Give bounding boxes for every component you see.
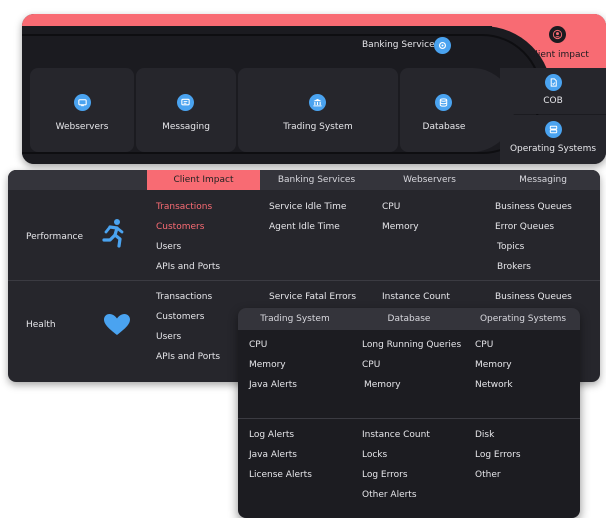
section-label-performance: Performance	[26, 232, 84, 242]
service-label: Messaging	[162, 122, 210, 132]
tab-trading-system[interactable]: Trading System	[238, 308, 352, 330]
service-block-webservers[interactable]: Webservers	[30, 68, 134, 152]
service-block-database[interactable]: Database	[400, 68, 514, 152]
service-block-messaging[interactable]: Messaging	[136, 68, 236, 152]
metric-memory[interactable]: Memory	[382, 222, 419, 232]
metric-customers[interactable]: Customers	[156, 222, 204, 232]
metric-transactions[interactable]: Transactions	[156, 202, 212, 212]
secondary-metrics-panel: Trading System Database Operating System…	[238, 308, 580, 518]
metric-java-alerts[interactable]: Java Alerts	[249, 380, 297, 390]
metric-log-errors[interactable]: Log Errors	[475, 450, 521, 460]
metric-instance-count[interactable]: Instance Count	[382, 292, 450, 302]
banking-services-label[interactable]: Banking Services	[362, 40, 439, 50]
cob-block[interactable]: COB	[500, 68, 606, 114]
metric-other[interactable]: Other	[475, 470, 501, 480]
client-impact-label[interactable]: Client impact	[512, 50, 606, 60]
heart-icon	[104, 314, 130, 340]
metric-memory[interactable]: Memory	[475, 360, 512, 370]
metric-service-idle-time[interactable]: Service Idle Time	[269, 202, 346, 212]
metric-disk[interactable]: Disk	[475, 430, 494, 440]
metric-log-alerts[interactable]: Log Alerts	[249, 430, 294, 440]
metric-memory[interactable]: Memory	[249, 360, 286, 370]
metric-network[interactable]: Network	[475, 380, 513, 390]
metric-java-alerts[interactable]: Java Alerts	[249, 450, 297, 460]
section-divider	[8, 280, 600, 281]
metric-cpu[interactable]: CPU	[475, 340, 493, 350]
metric-cpu[interactable]: CPU	[382, 202, 400, 212]
metric-brokers[interactable]: Brokers	[497, 262, 531, 272]
gear-icon[interactable]	[434, 37, 451, 54]
metric-cpu[interactable]: CPU	[362, 360, 380, 370]
tab-webservers[interactable]: Webservers	[373, 170, 486, 190]
service-label: Webservers	[55, 122, 109, 132]
metric-log-errors[interactable]: Log Errors	[362, 470, 408, 480]
service-label: Trading System	[283, 122, 353, 132]
tab-operating-systems[interactable]: Operating Systems	[466, 308, 580, 330]
server-icon	[545, 121, 562, 138]
tab-banking-services[interactable]: Banking Services	[260, 170, 373, 190]
bank-icon	[309, 94, 326, 111]
metric-agent-idle-time[interactable]: Agent Idle Time	[269, 222, 340, 232]
service-block-trading-system[interactable]: Trading System	[238, 68, 398, 152]
section-label-health: Health	[26, 320, 56, 330]
metric-topics[interactable]: Topics	[497, 242, 524, 252]
services-map-panel: Banking Services Webservers Messaging Tr…	[22, 14, 606, 164]
metric-business-queues[interactable]: Business Queues	[495, 292, 572, 302]
metric-other-alerts[interactable]: Other Alerts	[362, 490, 417, 500]
chat-icon	[177, 94, 194, 111]
document-icon	[545, 74, 562, 91]
metric-instance-count[interactable]: Instance Count	[362, 430, 430, 440]
metric-long-running-queries[interactable]: Long Running Queries	[362, 340, 461, 350]
running-person-icon	[100, 218, 126, 252]
metric-users[interactable]: Users	[156, 332, 181, 342]
cob-label: COB	[543, 96, 563, 106]
database-icon	[435, 94, 452, 111]
monitor-icon	[74, 94, 91, 111]
service-label: Database	[422, 122, 466, 132]
metric-locks[interactable]: Locks	[362, 450, 387, 460]
metric-memory[interactable]: Memory	[364, 380, 401, 390]
overlay-divider	[238, 418, 580, 419]
metric-users[interactable]: Users	[156, 242, 181, 252]
metric-cpu[interactable]: CPU	[249, 340, 267, 350]
metric-customers[interactable]: Customers	[156, 312, 204, 322]
tab-database[interactable]: Database	[352, 308, 466, 330]
metric-service-fatal-errors[interactable]: Service Fatal Errors	[269, 292, 356, 302]
metric-apis-ports[interactable]: APIs and Ports	[156, 262, 220, 272]
metric-transactions[interactable]: Transactions	[156, 292, 212, 302]
user-icon[interactable]	[549, 26, 566, 43]
operating-systems-block[interactable]: Operating Systems	[500, 115, 606, 164]
metric-license-alerts[interactable]: License Alerts	[249, 470, 312, 480]
metric-apis-ports[interactable]: APIs and Ports	[156, 352, 220, 362]
tab-messaging[interactable]: Messaging	[486, 170, 600, 190]
metric-business-queues[interactable]: Business Queues	[495, 202, 572, 212]
tab-client-impact[interactable]: Client Impact	[147, 170, 260, 190]
operating-systems-label: Operating Systems	[509, 144, 597, 154]
metric-error-queues[interactable]: Error Queues	[495, 222, 554, 232]
